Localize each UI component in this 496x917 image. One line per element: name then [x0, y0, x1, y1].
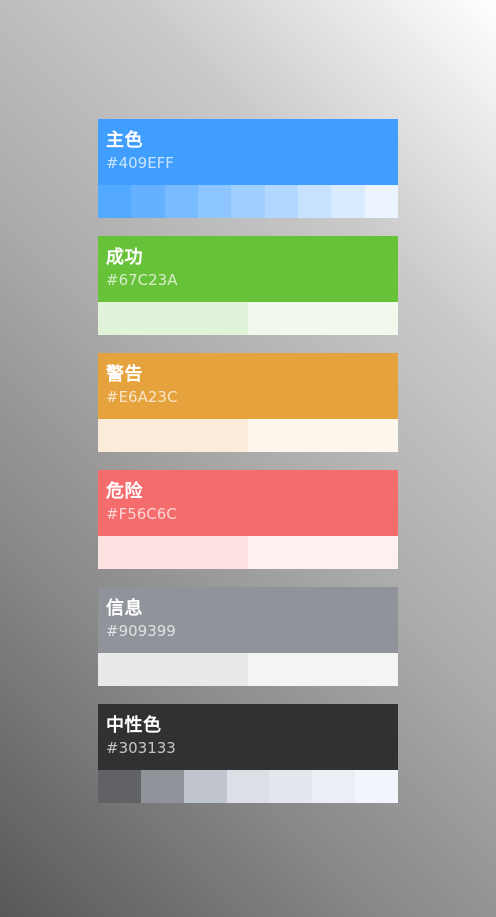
color-card-header: 信息 #909399 [98, 587, 398, 653]
shade-strip [98, 536, 398, 569]
color-hex-code: #E6A23C [106, 388, 178, 406]
color-swatch [98, 419, 248, 452]
color-hex-code: #F56C6C [106, 505, 177, 523]
color-swatch [131, 185, 165, 218]
color-swatch [98, 536, 248, 569]
shade-strip [98, 653, 398, 686]
color-swatch [364, 185, 398, 218]
color-card-header: 成功 #67C23A [98, 236, 398, 302]
color-swatch [248, 419, 398, 452]
color-swatch [98, 770, 141, 803]
color-name: 危险 [106, 481, 143, 502]
color-hex-code: #409EFF [106, 154, 174, 172]
color-hex-code: #67C23A [106, 271, 178, 289]
color-swatch [312, 770, 356, 803]
color-name: 信息 [106, 598, 143, 619]
color-swatch [231, 185, 265, 218]
shade-strip [98, 770, 399, 803]
color-swatch [355, 770, 399, 803]
color-card-success: 成功 #67C23A [98, 236, 398, 335]
color-swatch [248, 302, 398, 335]
color-hex-code: #303133 [106, 739, 176, 757]
shade-strip [98, 419, 398, 452]
color-swatch [248, 653, 398, 686]
color-swatch [164, 185, 198, 218]
color-card-primary: 主色 #409EFF [98, 119, 398, 218]
color-swatch [140, 770, 184, 803]
color-swatch [331, 185, 365, 218]
color-card-warning: 警告 #E6A23C [98, 353, 398, 452]
color-swatch [98, 302, 248, 335]
shade-strip [98, 302, 398, 335]
color-card-header: 中性色 #303133 [98, 704, 398, 770]
color-card-header: 警告 #E6A23C [98, 353, 398, 419]
color-card-info: 信息 #909399 [98, 587, 398, 686]
color-swatch [98, 185, 132, 218]
color-card-header: 危险 #F56C6C [98, 470, 398, 536]
color-swatch [248, 536, 398, 569]
color-swatch [297, 185, 332, 218]
color-swatch [98, 653, 248, 686]
color-swatch [197, 185, 232, 218]
color-name: 警告 [106, 364, 143, 385]
color-card-header: 主色 #409EFF [98, 119, 398, 185]
color-swatch [264, 185, 298, 218]
color-name: 成功 [106, 247, 143, 268]
color-swatch [183, 770, 227, 803]
color-swatch [269, 770, 313, 803]
color-card-danger: 危险 #F56C6C [98, 470, 398, 569]
color-name: 主色 [106, 130, 143, 151]
shade-strip [98, 185, 398, 218]
color-palette: 主色 #409EFF 成功 #67C23A 警告 #E6A23C 危险 #F56… [98, 119, 399, 803]
color-name: 中性色 [106, 715, 162, 736]
color-swatch [226, 770, 270, 803]
color-card-neutral: 中性色 #303133 [98, 704, 399, 803]
color-hex-code: #909399 [106, 622, 176, 640]
